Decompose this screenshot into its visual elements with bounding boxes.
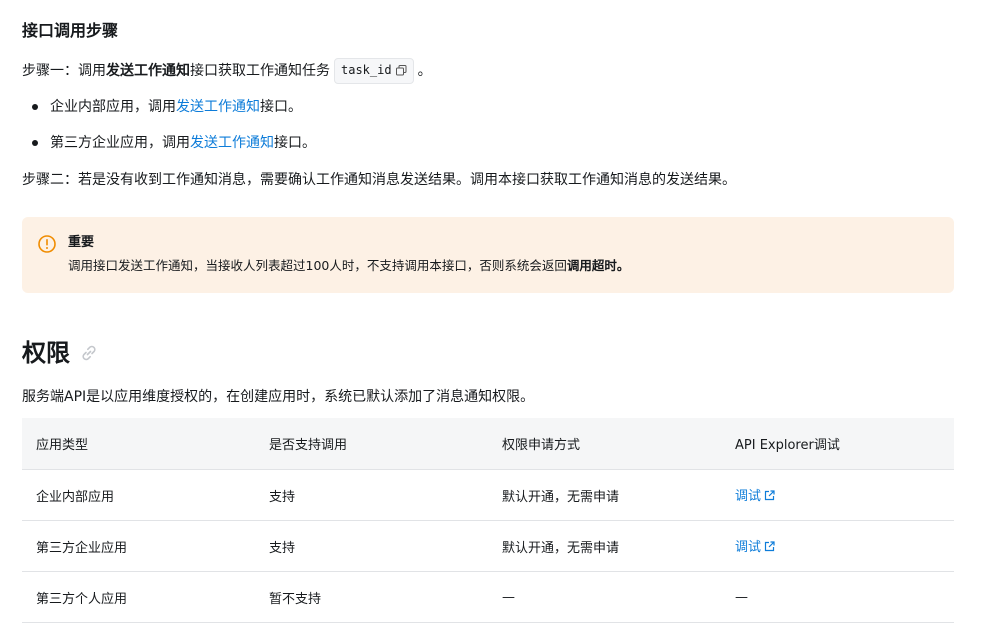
header-apply-method: 权限申请方式 (488, 418, 721, 470)
external-link-icon (764, 541, 775, 556)
bullet-prefix: 企业内部应用，调用 (50, 99, 176, 115)
send-notification-link[interactable]: 发送工作通知 (176, 99, 260, 115)
bullet-prefix: 第三方企业应用，调用 (50, 135, 190, 151)
permissions-table: 应用类型 是否支持调用 权限申请方式 API Explorer调试 企业内部应用… (22, 418, 954, 623)
cell-support: 暂不支持 (255, 571, 488, 623)
debug-link-label: 调试 (735, 489, 762, 504)
header-api-explorer: API Explorer调试 (721, 418, 954, 470)
step-two: 步骤二：若是没有收到工作通知消息，需要确认工作通知消息发送结果。调用本接口获取工… (22, 172, 736, 188)
bullet-dot (32, 140, 38, 146)
bullet-dot (32, 104, 38, 110)
step-one-middle: 接口获取工作通知任务 (190, 63, 330, 79)
permissions-heading: 权限 (22, 339, 70, 367)
bullet-suffix: 接口。 (260, 99, 302, 115)
cell-apply-method: — (488, 571, 721, 623)
bullet-suffix: 接口。 (274, 135, 316, 151)
cell-api-explorer: 调试 (721, 520, 954, 572)
cell-api-explorer: 调试 (721, 469, 954, 521)
task-id-code-text: task_id (341, 63, 392, 77)
debug-link-label: 调试 (735, 540, 762, 555)
cell-apply-method: 默认开通，无需申请 (488, 469, 721, 521)
external-link-icon (764, 490, 775, 505)
table-row: 企业内部应用 支持 默认开通，无需申请 调试 (22, 469, 954, 521)
cell-app-type: 第三方个人应用 (22, 571, 255, 623)
cell-support: 支持 (255, 520, 488, 572)
step-one: 步骤一：调用发送工作通知接口获取工作通知任务 task_id 。 (22, 58, 432, 84)
cell-app-type: 第三方企业应用 (22, 520, 255, 572)
callout-body-text: 调用接口发送工作通知，当接收人列表超过100人时，不支持调用本接口，否则系统会返… (68, 258, 567, 273)
header-app-type: 应用类型 (22, 418, 255, 470)
cell-api-explorer: — (721, 571, 954, 623)
bullet-item-internal: 企业内部应用，调用发送工作通知接口。 (50, 96, 302, 118)
callout-body: 调用接口发送工作通知，当接收人列表超过100人时，不支持调用本接口，否则系统会返… (68, 256, 629, 276)
anchor-link-icon[interactable] (78, 342, 100, 368)
copy-icon[interactable] (395, 61, 407, 83)
header-support: 是否支持调用 (255, 418, 488, 470)
table-row: 第三方个人应用 暂不支持 — — (22, 571, 954, 623)
task-id-code[interactable]: task_id (334, 58, 414, 84)
important-callout: 重要 调用接口发送工作通知，当接收人列表超过100人时，不支持调用本接口，否则系… (22, 217, 954, 293)
doc-page: 接口调用步骤 步骤一：调用发送工作通知接口获取工作通知任务 task_id。 企业… (0, 0, 986, 623)
step-one-suffix: 。 (417, 63, 432, 79)
callout-body-bold: 调用超时。 (566, 258, 630, 273)
debug-link[interactable]: 调试 (735, 540, 775, 555)
debug-link[interactable]: 调试 (735, 489, 775, 504)
callout-title: 重要 (68, 235, 95, 250)
step-one-prefix: 步骤一：调用 (22, 63, 106, 79)
bullet-item-third-party: 第三方企业应用，调用发送工作通知接口。 (50, 132, 316, 154)
cell-support: 支持 (255, 469, 488, 521)
table-header-row: 应用类型 是否支持调用 权限申请方式 API Explorer调试 (22, 418, 954, 470)
warning-circle-icon (38, 235, 56, 257)
steps-heading: 接口调用步骤 (22, 21, 119, 40)
cell-app-type: 企业内部应用 (22, 469, 255, 521)
step-one-api-name: 发送工作通知 (106, 63, 190, 79)
permissions-description: 服务端API是以应用维度授权的，在创建应用时，系统已默认添加了消息通知权限。 (22, 389, 535, 405)
table-row: 第三方企业应用 支持 默认开通，无需申请 调试 (22, 520, 954, 572)
send-notification-link[interactable]: 发送工作通知 (190, 135, 274, 151)
cell-apply-method: 默认开通，无需申请 (488, 520, 721, 572)
